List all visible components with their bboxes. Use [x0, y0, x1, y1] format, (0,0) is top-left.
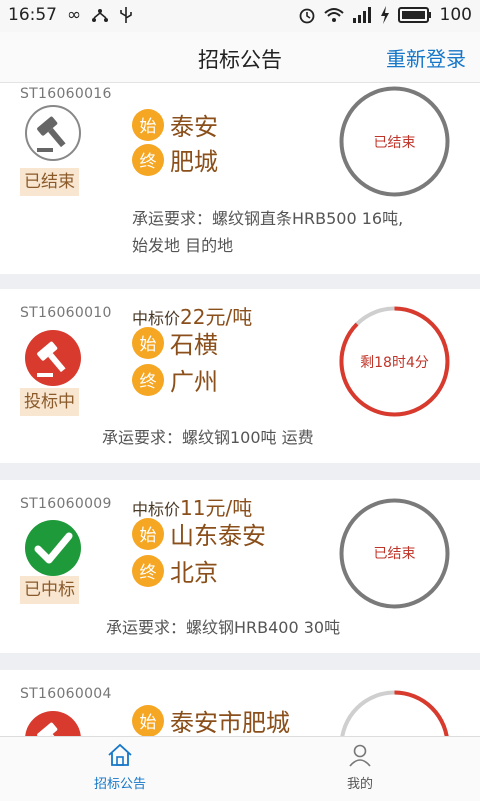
- origin-row: 始 山东泰安: [132, 516, 266, 551]
- tender-id: ST16060004: [20, 686, 112, 702]
- tab-tender-notice[interactable]: 招标公告: [60, 743, 180, 792]
- tender-id: ST16060010: [20, 305, 112, 321]
- status-tag: 已结束: [20, 168, 79, 196]
- origin-city: 泰安市肥城: [170, 709, 290, 736]
- origin-badge: 始: [132, 108, 164, 141]
- tender-card[interactable]: ST16060004 始 泰安市肥城: [0, 670, 480, 736]
- nav-bar: 招标公告 重新登录: [0, 32, 480, 83]
- tender-card[interactable]: ST16060010 中标价22元/吨 投标中 始 石横 终 广州 剩18时4分…: [0, 289, 480, 463]
- battery-level: 100: [439, 5, 472, 25]
- signal-icon: [352, 7, 371, 23]
- destination-row: 终 北京: [132, 553, 218, 588]
- wifi-icon: [323, 8, 344, 22]
- status-bar: 16:57 ∞ 100: [0, 0, 480, 32]
- gavel-icon: [25, 105, 81, 161]
- destination-city: 广州: [170, 368, 218, 396]
- tender-id: ST16060009: [20, 496, 112, 512]
- status-tag: 已中标: [20, 576, 79, 604]
- tender-id: ST16060016: [20, 86, 112, 102]
- ring-status: 已结束: [373, 546, 416, 562]
- origin-badge: 始: [132, 326, 164, 359]
- requirement-line-1: 承运要求：螺纹钢HRB400 30吨: [106, 618, 341, 637]
- destination-badge: 终: [132, 143, 164, 176]
- clock: 16:57: [8, 5, 57, 25]
- destination-row: 终 广州: [132, 362, 218, 397]
- origin-city: 山东泰安: [170, 522, 266, 550]
- gavel-icon: [25, 330, 81, 386]
- home-icon: [108, 743, 132, 766]
- tab-label: 招标公告: [93, 777, 146, 792]
- countdown-ring: [340, 690, 449, 736]
- ring-countdown: 剩18时4分: [360, 355, 429, 371]
- share-icon: [92, 9, 109, 22]
- tab-mine[interactable]: 我的: [300, 743, 420, 792]
- destination-row: 终 肥城: [132, 142, 218, 177]
- check-icon: [25, 520, 81, 576]
- usb-icon: [120, 7, 132, 23]
- destination-badge: 终: [132, 554, 164, 587]
- requirement-line-1: 承运要求：螺纹钢直条HRB500 16吨,: [132, 209, 404, 228]
- origin-city: 泰安: [170, 113, 218, 141]
- destination-city: 肥城: [170, 148, 218, 176]
- origin-badge: 始: [132, 704, 164, 736]
- destination-badge: 终: [132, 363, 164, 396]
- ring-status: 已结束: [373, 135, 416, 151]
- origin-city: 石横: [170, 331, 218, 359]
- bottom-tab-bar: 招标公告 我的: [0, 736, 480, 801]
- tender-card[interactable]: ST16060009 中标价11元/吨 已中标 始 山东泰安 终 北京 已结束 …: [0, 480, 480, 653]
- tender-card[interactable]: ST16060016 已结束 始 泰安 终 肥城 已结束 承运要求：螺纹钢直条H…: [0, 83, 480, 274]
- infinity-icon: ∞: [67, 5, 82, 25]
- origin-row: 始 泰安市肥城: [132, 703, 290, 736]
- user-icon: [349, 744, 371, 767]
- origin-row: 始 泰安: [132, 107, 218, 142]
- origin-row: 始 石横: [132, 325, 218, 360]
- origin-badge: 始: [132, 517, 164, 550]
- status-tag: 投标中: [20, 388, 79, 416]
- requirement-line-1: 承运要求：螺纹钢100吨 运费: [102, 428, 314, 447]
- tab-label: 我的: [346, 777, 373, 792]
- tender-list[interactable]: ST16060016 已结束 始 泰安 终 肥城 已结束 承运要求：螺纹钢直条H…: [0, 83, 480, 736]
- alarm-icon: [299, 8, 314, 24]
- requirement-line-2: 始发地 目的地: [132, 236, 234, 255]
- charging-icon: [380, 6, 389, 24]
- battery-icon: [397, 7, 431, 23]
- destination-city: 北京: [170, 559, 218, 587]
- gavel-icon: [25, 711, 81, 736]
- relogin-button[interactable]: 重新登录: [386, 43, 466, 72]
